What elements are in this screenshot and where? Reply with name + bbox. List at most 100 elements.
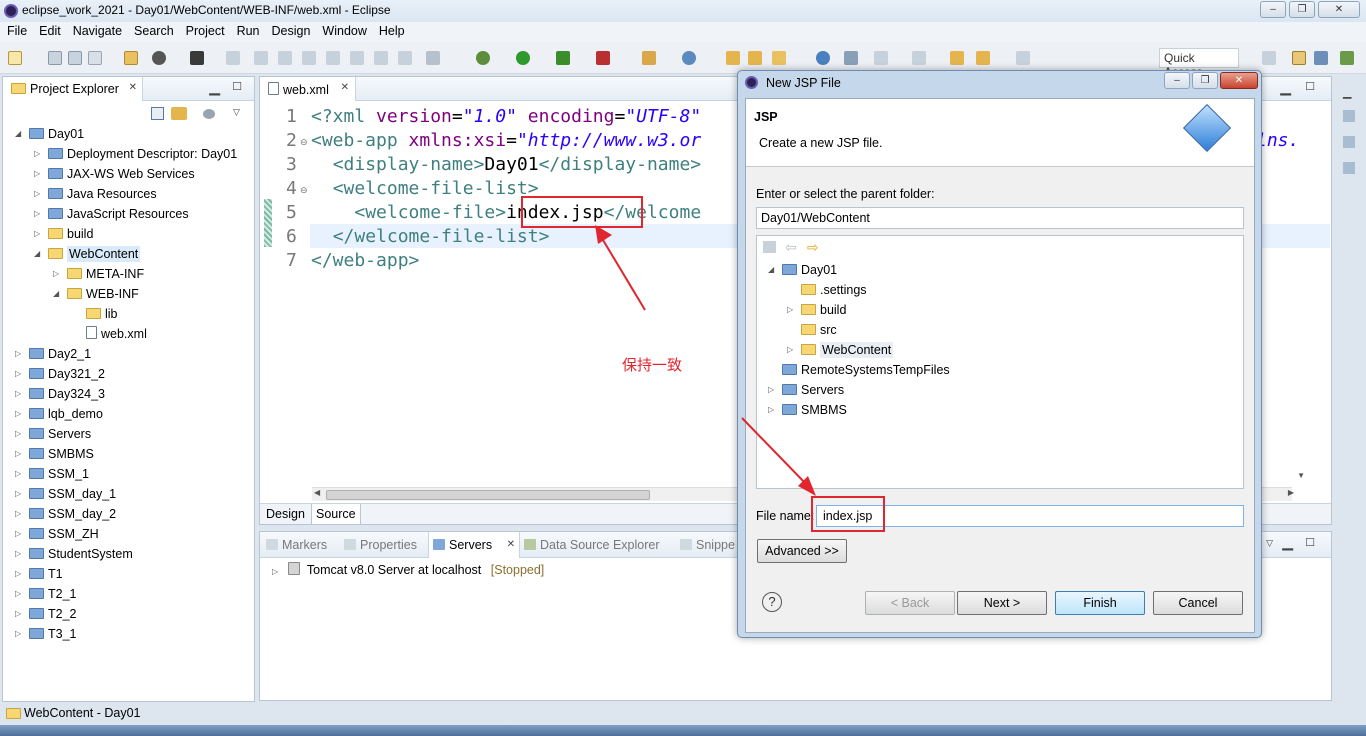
skip-breakpoints-icon[interactable]	[226, 51, 240, 65]
collapsed-icon[interactable]: ▷	[15, 344, 21, 364]
vertical-scroll-indicator[interactable]: ▼	[1297, 471, 1305, 480]
tab-web-xml[interactable]: web.xml ✕	[260, 77, 356, 101]
forward-icon[interactable]	[1016, 51, 1030, 65]
collapsed-icon[interactable]: ▷	[15, 444, 21, 464]
back-icon[interactable]	[976, 51, 990, 65]
tree-item[interactable]: lib	[86, 304, 118, 324]
tree-item[interactable]: ▷ lqb_demo	[15, 404, 103, 424]
expanded-icon[interactable]: ◢	[34, 244, 40, 264]
save-all-icon[interactable]	[68, 51, 82, 65]
parent-folder-input[interactable]: Day01/WebContent	[756, 207, 1244, 229]
outline-view-icon[interactable]: ▁	[1343, 86, 1351, 99]
menu-project[interactable]: Project	[179, 22, 230, 38]
link-with-editor-icon[interactable]	[171, 107, 187, 120]
dialog-close-button[interactable]: ✕	[1220, 72, 1258, 89]
server-row[interactable]: ▷ Tomcat v8.0 Server at localhost [Stopp…	[272, 562, 544, 577]
tree-item[interactable]: ▷ Servers	[15, 424, 91, 444]
collapsed-icon[interactable]: ▷	[34, 184, 40, 204]
collapsed-icon[interactable]: ▷	[15, 364, 21, 384]
advanced-button[interactable]: Advanced >>	[757, 539, 847, 563]
collapsed-icon[interactable]: ▷	[15, 424, 21, 444]
editor-maximize-icon[interactable]: ☐	[1305, 80, 1315, 93]
tree-item[interactable]: ◢ Day01	[768, 260, 837, 280]
annotation-icon[interactable]	[844, 51, 858, 65]
back-button[interactable]: < Back	[865, 591, 955, 615]
collapsed-icon[interactable]: ▷	[15, 384, 21, 404]
close-servers-tab-icon[interactable]: ✕	[507, 539, 515, 550]
step-over-icon[interactable]	[350, 51, 364, 65]
collapsed-icon[interactable]: ▷	[15, 604, 21, 624]
save-icon[interactable]	[48, 51, 62, 65]
minimize-view-icon[interactable]: ▁	[209, 79, 220, 96]
tab-source[interactable]: Source	[311, 504, 361, 525]
terminate-icon[interactable]	[302, 51, 316, 65]
tree-item[interactable]: ▷ META-INF	[53, 264, 144, 284]
collapsed-icon[interactable]: ▷	[34, 144, 40, 164]
next-annotation-icon[interactable]	[874, 51, 888, 65]
scroll-thumb[interactable]	[326, 490, 650, 500]
tree-item[interactable]: ▷ build	[787, 300, 846, 320]
tree-item[interactable]: .settings	[801, 280, 867, 300]
terminal-icon[interactable]	[190, 51, 204, 65]
menu-edit[interactable]: Edit	[32, 22, 66, 38]
scroll-left-icon[interactable]: ◀	[314, 488, 320, 497]
tree-item[interactable]: ▷ Day321_2	[15, 364, 105, 384]
tree-item[interactable]: ◢ WEB-INF	[53, 284, 139, 304]
step-into-icon[interactable]	[326, 51, 340, 65]
tree-item[interactable]: ▷ build	[34, 224, 93, 244]
menu-design[interactable]: Design	[265, 22, 316, 38]
collapsed-icon[interactable]: ▷	[15, 404, 21, 424]
menu-search[interactable]: Search	[127, 22, 179, 38]
open-task-icon[interactable]	[748, 51, 762, 65]
suspend-icon[interactable]	[278, 51, 292, 65]
tree-item[interactable]: ▷ Day2_1	[15, 344, 91, 364]
collapsed-icon[interactable]: ▷	[15, 464, 21, 484]
tree-item[interactable]: ▷ StudentSystem	[15, 544, 133, 564]
tree-item[interactable]: ▷ WebContent	[787, 340, 894, 360]
tree-item[interactable]: ▷ T2_2	[15, 604, 77, 624]
dialog-minimize-button[interactable]: –	[1164, 72, 1190, 89]
menu-navigate[interactable]: Navigate	[66, 22, 127, 38]
tree-item[interactable]: ▷ JAX-WS Web Services	[34, 164, 195, 184]
view-menu-icon[interactable]: ▽	[1266, 538, 1273, 549]
refresh-icon[interactable]	[124, 51, 138, 65]
tree-back-icon[interactable]: ⇦	[785, 239, 797, 256]
collapsed-icon[interactable]: ▷	[15, 544, 21, 564]
tab-snippets[interactable]: Snippe	[680, 538, 735, 552]
bottom-maximize-icon[interactable]: ☐	[1305, 536, 1315, 549]
expand-server-icon[interactable]: ▷	[272, 567, 278, 576]
outline-icon[interactable]	[1343, 136, 1355, 148]
maximize-view-icon[interactable]: ☐	[232, 80, 242, 93]
maximize-button[interactable]: ❐	[1289, 1, 1315, 18]
resume-icon[interactable]	[254, 51, 268, 65]
tab-data-source-explorer[interactable]: Data Source Explorer	[524, 538, 660, 552]
menu-window[interactable]: Window	[315, 22, 371, 38]
cancel-button[interactable]: Cancel	[1153, 591, 1243, 615]
expanded-icon[interactable]: ◢	[15, 124, 21, 144]
finish-button[interactable]: Finish	[1055, 591, 1145, 615]
collapsed-icon[interactable]: ▷	[15, 624, 21, 644]
menu-file[interactable]: File	[0, 22, 32, 38]
tree-item[interactable]: ▷ Servers	[768, 380, 844, 400]
fold-icon[interactable]: ⊖	[300, 185, 308, 196]
previous-annotation-icon[interactable]	[912, 51, 926, 65]
new-java-project-icon[interactable]	[642, 51, 656, 65]
external-tools-icon[interactable]	[596, 51, 610, 65]
tree-item[interactable]: ▷ T2_1	[15, 584, 77, 604]
collapsed-icon[interactable]: ▷	[787, 340, 793, 360]
task-list-icon[interactable]	[1343, 110, 1355, 122]
collapsed-icon[interactable]: ▷	[34, 204, 40, 224]
collapsed-icon[interactable]: ▷	[15, 524, 21, 544]
open-type-icon[interactable]	[726, 51, 740, 65]
last-edit-icon[interactable]	[950, 51, 964, 65]
tree-item[interactable]: ◢ WebContent	[34, 244, 141, 264]
drop-frame-icon[interactable]	[398, 51, 412, 65]
tree-item[interactable]: ▷ T3_1	[15, 624, 77, 644]
tree-item[interactable]: src	[801, 320, 837, 340]
debug-icon[interactable]	[476, 51, 490, 65]
tree-forward-icon[interactable]: ⇨	[807, 239, 819, 256]
close-editor-icon[interactable]: ✕	[341, 82, 349, 93]
palette-icon[interactable]	[1343, 162, 1355, 174]
collapsed-icon[interactable]: ▷	[15, 564, 21, 584]
tab-properties[interactable]: Properties	[344, 538, 417, 552]
